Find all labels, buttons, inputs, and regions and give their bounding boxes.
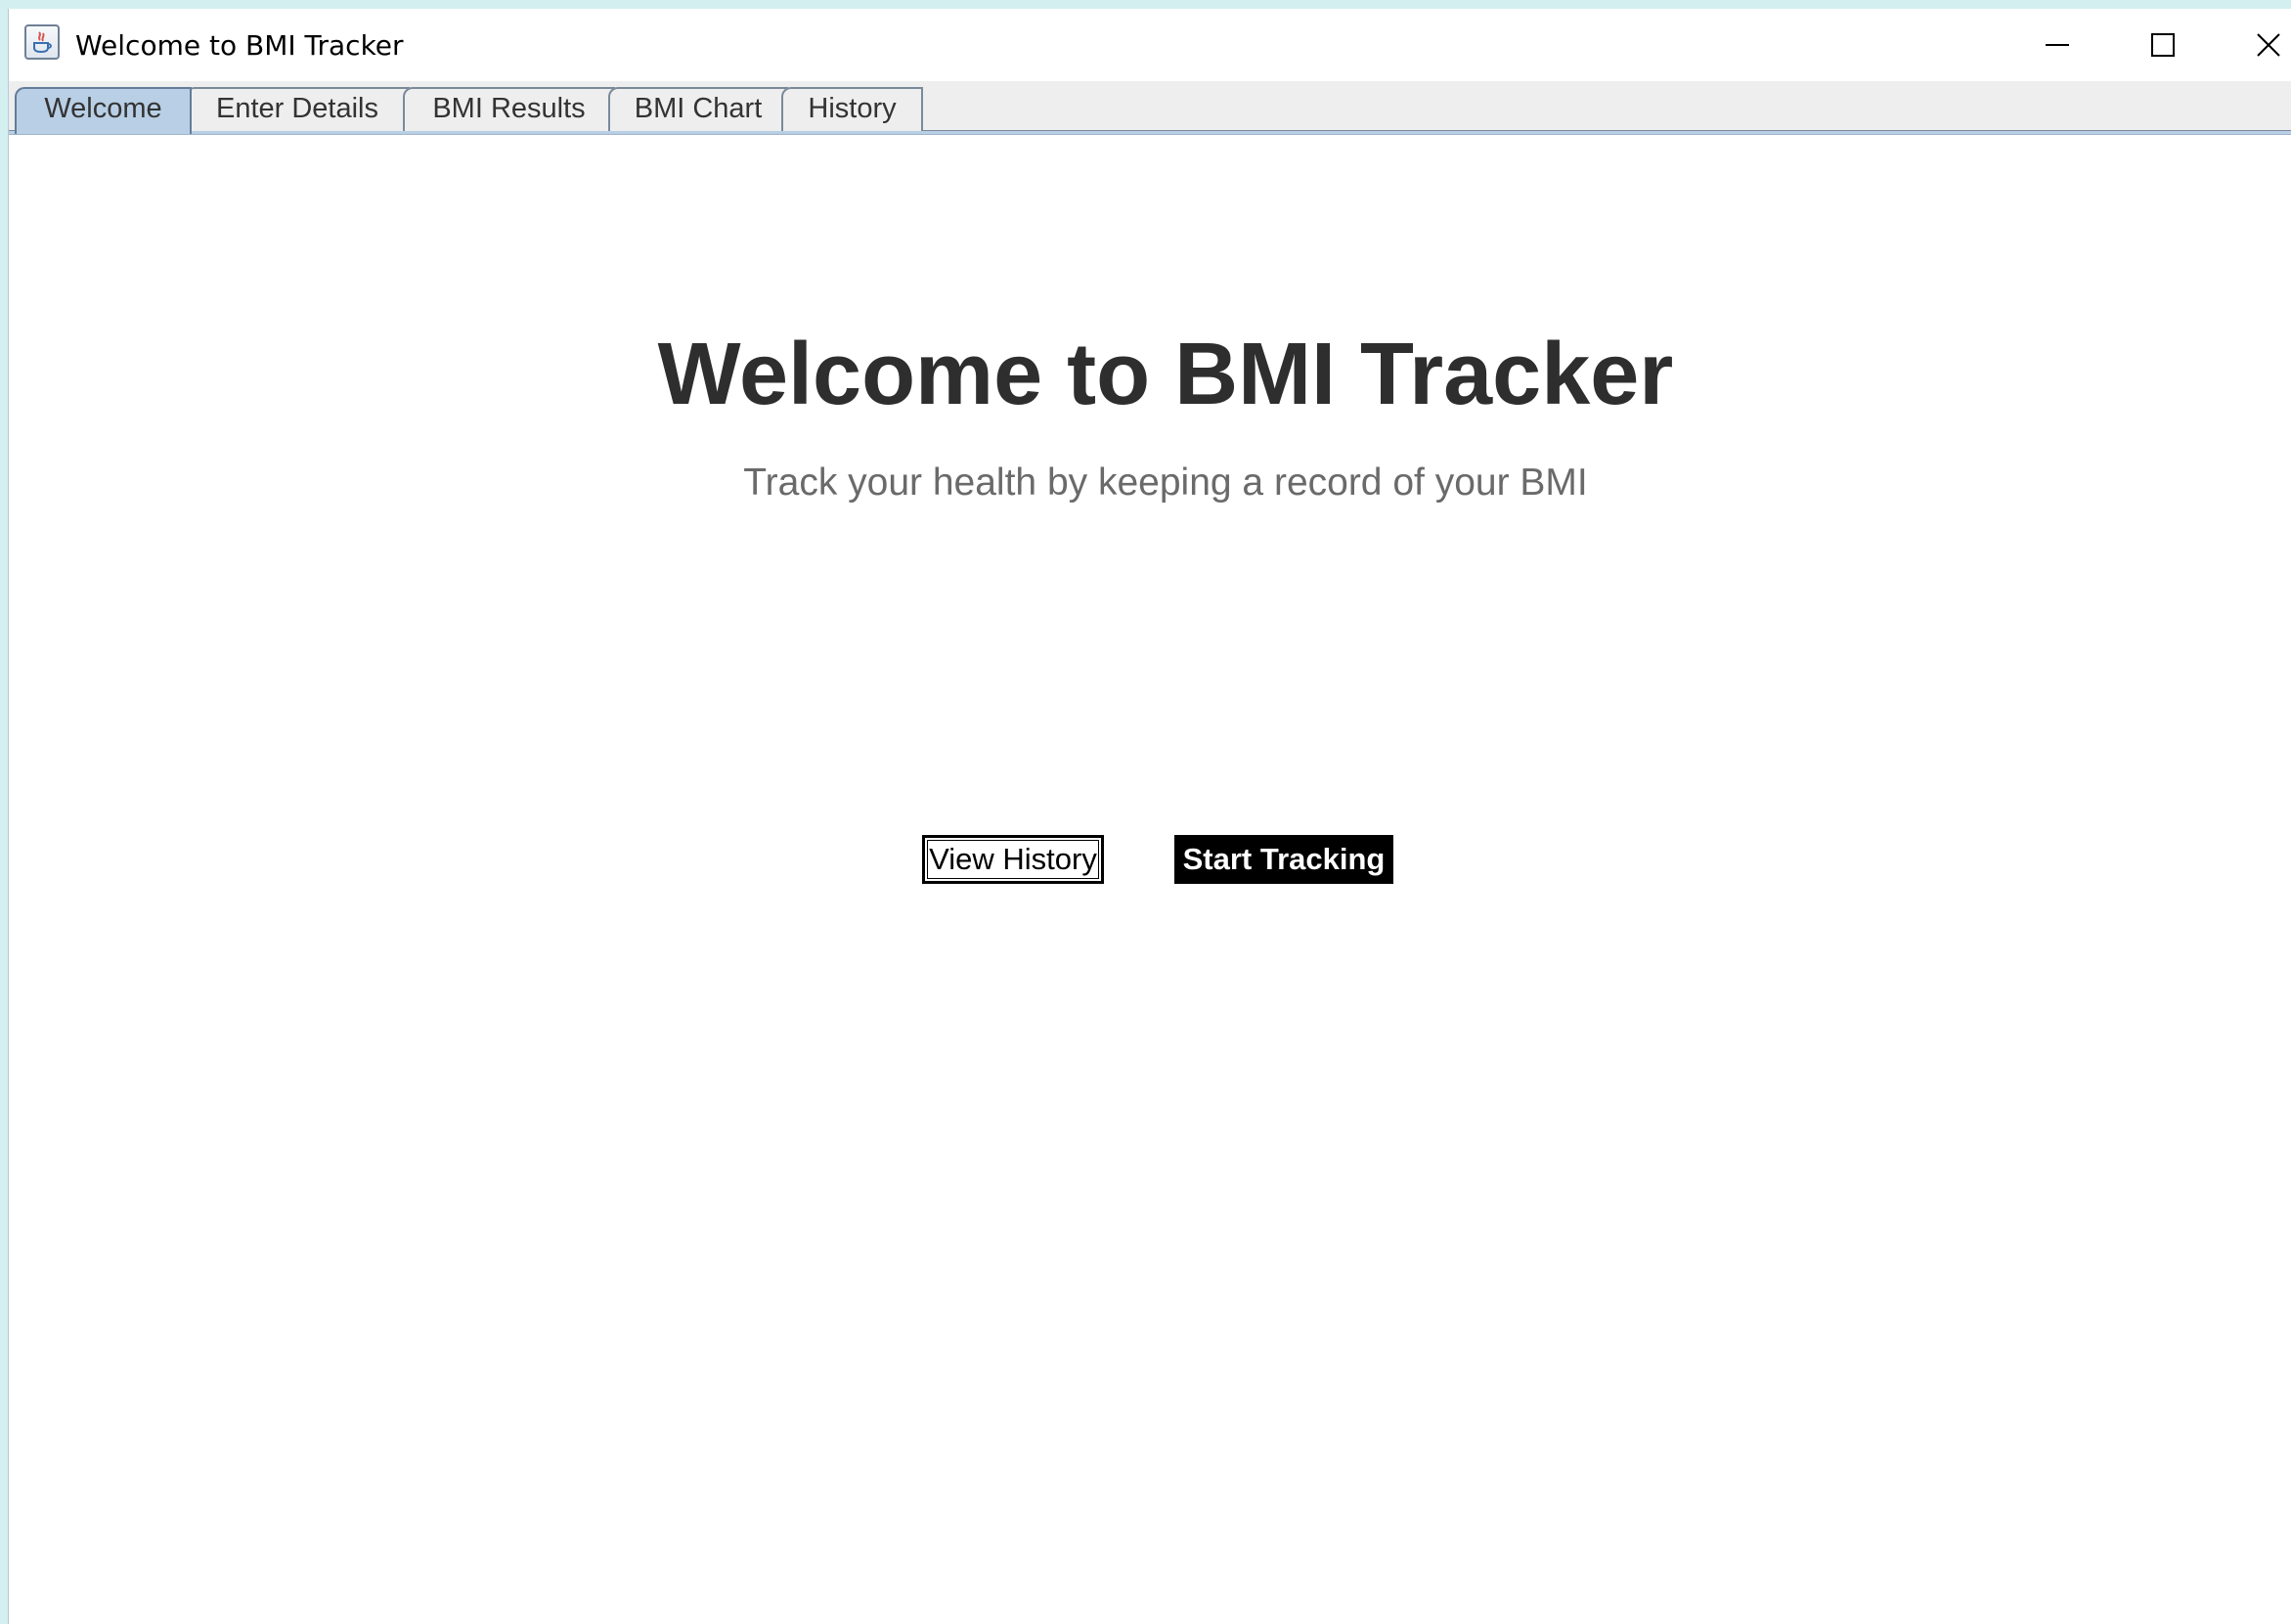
close-icon <box>2257 33 2280 57</box>
maximize-button[interactable] <box>2129 21 2197 69</box>
maximize-icon <box>2151 33 2175 57</box>
minimize-icon <box>2046 44 2069 46</box>
app-window: Welcome to BMI Tracker Enter Details BMI… <box>8 9 2291 1624</box>
tab-welcome[interactable]: Welcome <box>15 87 192 134</box>
tab-enter-details[interactable]: Enter Details <box>185 87 410 131</box>
page-title: Welcome to BMI Tracker <box>657 326 1674 423</box>
tab-bmi-chart[interactable]: BMI Chart <box>608 87 788 131</box>
tab-history[interactable]: History <box>781 87 923 131</box>
java-app-icon[interactable] <box>24 24 60 60</box>
close-button[interactable] <box>2234 21 2291 69</box>
window-title: Welcome to BMI Tracker <box>75 29 404 62</box>
page-subtitle: Track your health by keeping a record of… <box>743 461 1588 504</box>
minimize-button[interactable] <box>2023 21 2092 69</box>
view-history-button[interactable]: View History <box>922 835 1104 884</box>
start-tracking-button[interactable]: Start Tracking <box>1174 835 1393 884</box>
welcome-panel: Welcome to BMI Tracker Track your health… <box>9 135 2291 1624</box>
title-bar[interactable]: Welcome to BMI Tracker <box>9 9 2291 81</box>
tab-bmi-results[interactable]: BMI Results <box>403 87 615 131</box>
